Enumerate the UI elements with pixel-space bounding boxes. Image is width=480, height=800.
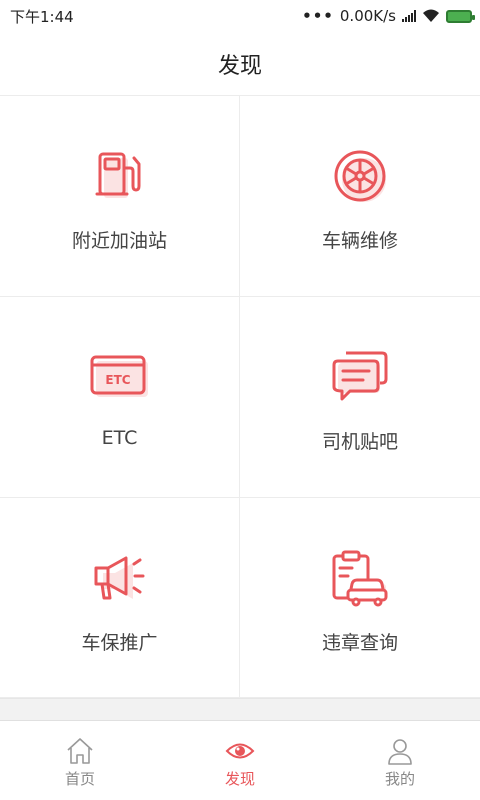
grid-item-etc[interactable]: ETC ETC [0, 297, 240, 498]
user-icon [388, 739, 412, 765]
grid-item-gas-station[interactable]: 附近加油站 [0, 96, 240, 297]
signal-icon [402, 10, 416, 22]
grid-item-violation-query[interactable]: 违章查询 [240, 498, 480, 698]
grid-item-label: 附近加油站 [71, 230, 167, 252]
grid-item-driver-forum[interactable]: 司机贴吧 [240, 297, 480, 498]
bottom-tab-bar: 首页 发现 我的 [0, 720, 480, 800]
home-icon [67, 738, 93, 764]
wifi-icon [423, 9, 439, 22]
tab-label: 我的 [384, 770, 415, 788]
etc-card-icon: ETC [90, 355, 148, 397]
tab-label: 首页 [64, 770, 95, 788]
grid-item-label: 违章查询 [321, 632, 398, 654]
gas-station-icon [95, 152, 140, 198]
feature-grid: 附近加油站 车辆维修 ETC ETC 司机贴吧 车保推广 违章查询 [0, 96, 480, 698]
tab-home[interactable]: 首页 [0, 721, 160, 800]
notification-dots: ••• [302, 7, 334, 25]
grid-item-label: ETC [101, 427, 138, 449]
car-clipboard-icon [332, 550, 388, 607]
wheel-icon [334, 150, 386, 202]
grid-item-label: 司机贴吧 [321, 431, 398, 453]
tab-mine[interactable]: 我的 [320, 721, 480, 800]
grid-item-label: 车保推广 [81, 632, 158, 654]
section-divider [0, 698, 480, 720]
grid-item-label: 车辆维修 [321, 230, 398, 252]
eye-icon [225, 743, 255, 759]
page-header: 发现 [0, 32, 480, 96]
etc-icon-text: ETC [105, 373, 130, 387]
status-indicators: ••• 0.00K/s [302, 7, 475, 25]
tab-label: 发现 [224, 770, 255, 788]
megaphone-icon [94, 556, 144, 600]
network-speed: 0.00K/s [339, 7, 396, 25]
grid-item-insurance-promo[interactable]: 车保推广 [0, 498, 240, 698]
chat-bubbles-icon [332, 351, 388, 401]
grid-item-car-repair[interactable]: 车辆维修 [240, 96, 480, 297]
status-time: 下午1:44 [10, 7, 74, 26]
status-bar: 下午1:44 ••• 0.00K/s [0, 0, 480, 32]
tab-discover[interactable]: 发现 [160, 721, 320, 800]
battery-icon [446, 9, 475, 23]
page-title: 发现 [217, 53, 262, 79]
